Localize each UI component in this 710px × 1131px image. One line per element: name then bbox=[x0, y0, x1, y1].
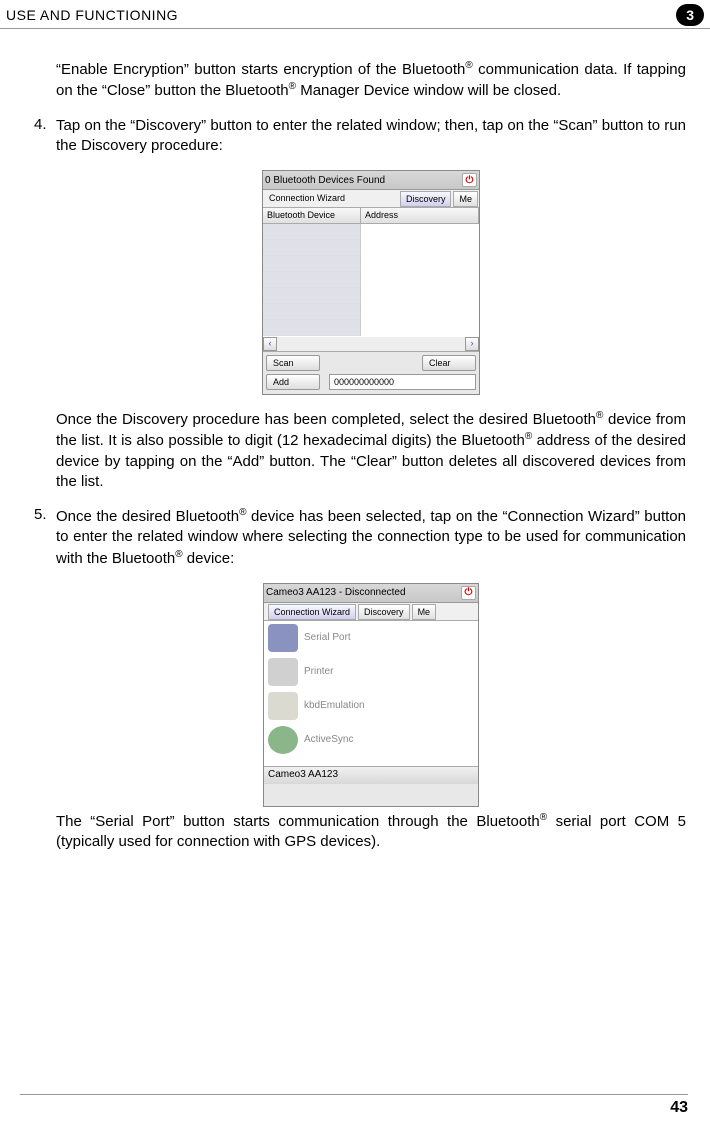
window-titlebar: Cameo3 AA123 - Disconnected ⏻ bbox=[264, 584, 478, 603]
text: Manager Device window will be closed. bbox=[296, 82, 561, 99]
keyboard-icon bbox=[268, 692, 298, 720]
window-titlebar: 0 Bluetooth Devices Found ⏻ bbox=[263, 171, 479, 190]
horizontal-scrollbar[interactable]: ‹ › bbox=[263, 337, 479, 351]
column-headers: Bluetooth Device Address bbox=[263, 208, 479, 224]
tab-discovery[interactable]: Discovery bbox=[358, 604, 410, 620]
col-address[interactable]: Address bbox=[361, 208, 479, 223]
step-5: 5. Once the desired Bluetooth® device ha… bbox=[34, 506, 686, 569]
page-header: USE AND FUNCTIONING 3 bbox=[0, 0, 710, 29]
printer-button[interactable]: Printer bbox=[264, 655, 478, 689]
step-4: 4. Tap on the “Discovery” button to ente… bbox=[34, 116, 686, 157]
text: Once the desired Bluetooth bbox=[56, 508, 239, 525]
serial-port-button[interactable]: Serial Port bbox=[264, 621, 478, 655]
label: kbdEmulation bbox=[304, 700, 365, 711]
button-row: Scan Clear bbox=[263, 352, 479, 374]
add-button[interactable]: Add bbox=[266, 374, 320, 390]
step-number: 5. bbox=[34, 506, 56, 569]
step-text: Once the desired Bluetooth® device has b… bbox=[56, 506, 686, 569]
scroll-right-icon[interactable]: › bbox=[465, 337, 479, 351]
connection-type-list: Serial Port Printer kbdEmulation ActiveS… bbox=[264, 621, 478, 766]
scroll-left-icon[interactable]: ‹ bbox=[263, 337, 277, 351]
content: “Enable Encryption” button starts encryp… bbox=[0, 29, 710, 852]
printer-icon bbox=[268, 658, 298, 686]
tab-connection-wizard[interactable]: Connection Wizard bbox=[264, 191, 398, 207]
text: “Enable Encryption” button starts encryp… bbox=[56, 61, 465, 78]
page-number: 43 bbox=[670, 1099, 688, 1116]
list-row bbox=[263, 272, 479, 288]
paragraph-serial-port: The “Serial Port” button starts communic… bbox=[56, 811, 686, 853]
screenshot-discovery: 0 Bluetooth Devices Found ⏻ Connection W… bbox=[262, 170, 480, 395]
step-text: Tap on the “Discovery” button to enter t… bbox=[56, 116, 686, 157]
tab-bar: Connection Wizard Discovery Me bbox=[263, 190, 479, 208]
tab-me[interactable]: Me bbox=[412, 604, 437, 620]
button-row: Add 000000000000 bbox=[263, 374, 479, 393]
window-title: Cameo3 AA123 - Disconnected bbox=[266, 587, 406, 598]
kbd-emulation-button[interactable]: kbdEmulation bbox=[264, 689, 478, 723]
list-row bbox=[263, 304, 479, 320]
close-icon[interactable]: ⏻ bbox=[462, 173, 477, 187]
activesync-button[interactable]: ActiveSync bbox=[264, 723, 478, 757]
device-list[interactable]: ‹ › bbox=[263, 224, 479, 352]
scan-button[interactable]: Scan bbox=[266, 355, 320, 371]
text: Once the Discovery procedure has been co… bbox=[56, 411, 596, 428]
clear-button[interactable]: Clear bbox=[422, 355, 476, 371]
registered-mark: ® bbox=[465, 60, 472, 71]
status-bar: Cameo3 AA123 bbox=[264, 766, 478, 784]
window-title: 0 Bluetooth Devices Found bbox=[265, 175, 385, 186]
list-row bbox=[263, 256, 479, 272]
tab-discovery[interactable]: Discovery bbox=[400, 191, 452, 207]
list-row bbox=[263, 320, 479, 336]
header-title: USE AND FUNCTIONING bbox=[6, 7, 178, 23]
registered-mark: ® bbox=[289, 81, 296, 92]
registered-mark: ® bbox=[175, 549, 182, 560]
list-row bbox=[263, 240, 479, 256]
serial-port-icon bbox=[268, 624, 298, 652]
tab-bar: Connection Wizard Discovery Me bbox=[264, 603, 478, 621]
text: device: bbox=[183, 550, 235, 567]
chapter-badge: 3 bbox=[676, 4, 704, 26]
paragraph-enable-encryption: “Enable Encryption” button starts encryp… bbox=[56, 59, 686, 102]
label: Printer bbox=[304, 666, 333, 677]
activesync-icon bbox=[268, 726, 298, 754]
paragraph-discovery-complete: Once the Discovery procedure has been co… bbox=[56, 409, 686, 492]
col-bluetooth-device[interactable]: Bluetooth Device bbox=[263, 208, 361, 223]
step-number: 4. bbox=[34, 116, 56, 157]
tab-me[interactable]: Me bbox=[453, 191, 478, 207]
screenshot-connection-wizard: Cameo3 AA123 - Disconnected ⏻ Connection… bbox=[263, 583, 479, 807]
label: Serial Port bbox=[304, 632, 351, 643]
label: ActiveSync bbox=[304, 734, 353, 745]
page-footer: 43 bbox=[20, 1094, 688, 1117]
address-input[interactable]: 000000000000 bbox=[329, 374, 476, 390]
close-icon[interactable]: ⏻ bbox=[461, 586, 476, 600]
list-row bbox=[263, 224, 479, 240]
text: The “Serial Port” button starts communic… bbox=[56, 813, 540, 830]
list-row bbox=[263, 288, 479, 304]
tab-connection-wizard[interactable]: Connection Wizard bbox=[268, 604, 356, 620]
